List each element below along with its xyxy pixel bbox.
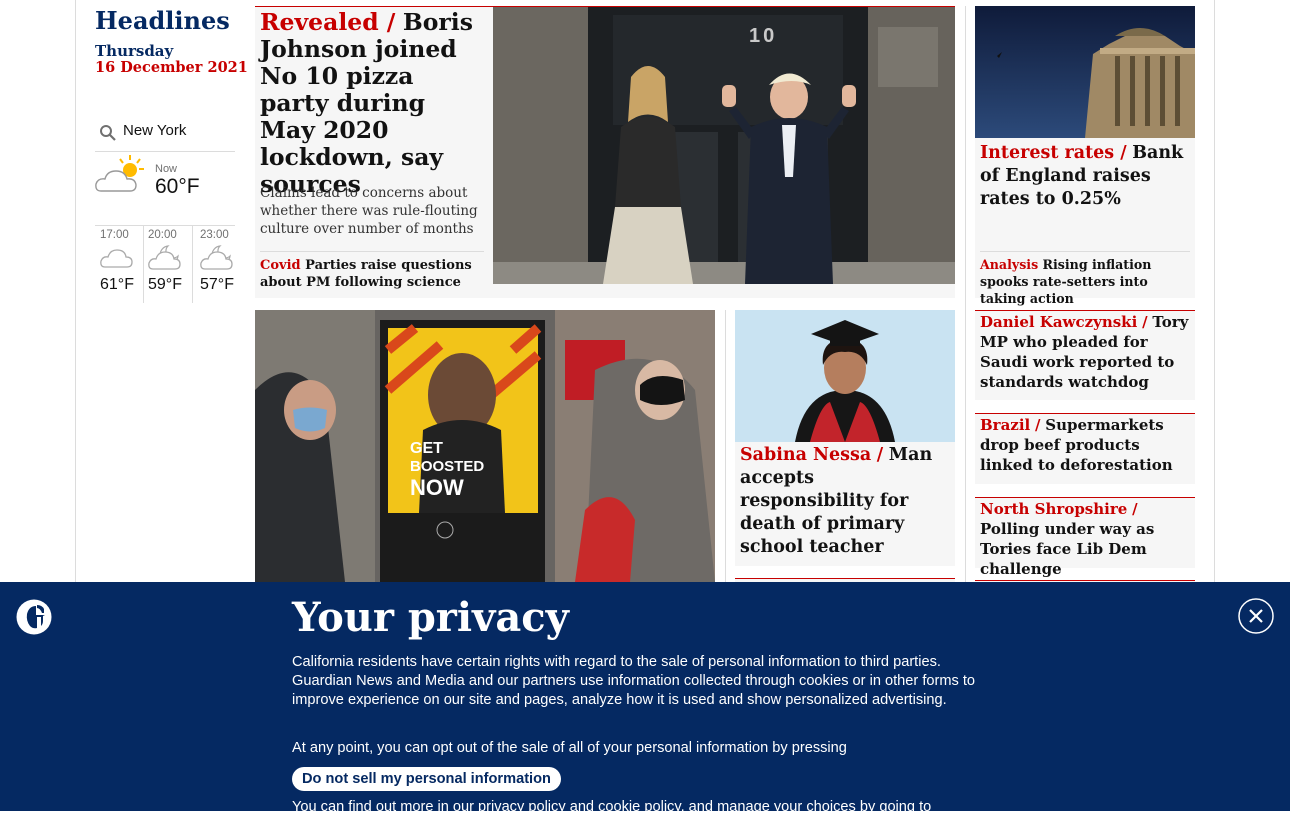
weather-now-label: Now — [155, 163, 178, 175]
poster-text: GET BOOSTED NOW — [410, 440, 515, 500]
cloudy-night-icon — [100, 243, 144, 275]
forecast-slot: 20:00 59°F — [148, 229, 192, 294]
weather-widget: New York Now 60°F 17:00 61°F 20:00 59°F … — [95, 115, 235, 305]
do-not-sell-button[interactable]: Do not sell my personal information — [292, 767, 561, 791]
lead-sublink[interactable]: Covid Parties raise questions about PM f… — [260, 257, 484, 291]
nessa-story-card[interactable]: Sabina Nessa / Man accepts responsibilit… — [735, 310, 955, 566]
rates-sublink[interactable]: Analysis Rising inflation spooks rate-se… — [980, 256, 1192, 307]
privacy-banner: Your privacy California residents have c… — [0, 582, 1290, 815]
section-title: Headlines — [95, 6, 230, 35]
door-number: 10 — [749, 25, 778, 47]
nessa-separator: / — [876, 445, 884, 465]
covid-booster-photo[interactable]: GET BOOSTED NOW — [255, 310, 715, 582]
privacy-paragraph-2: At any point, you can opt out of the sal… — [292, 740, 847, 756]
location-divider — [95, 151, 235, 152]
lead-sublink-kicker: Covid — [260, 258, 301, 273]
weather-location-input[interactable]: New York — [123, 122, 186, 139]
guardian-logo-icon — [16, 599, 52, 635]
lead-headline[interactable]: Revealed / Boris Johnson joined No 10 pi… — [260, 9, 480, 198]
search-icon[interactable] — [99, 124, 117, 142]
rates-sublink-divider — [980, 251, 1190, 252]
downing-street-photo[interactable]: 10 — [493, 7, 955, 284]
right-list-separator: / — [1132, 500, 1138, 518]
lead-story-card[interactable]: Revealed / Boris Johnson joined No 10 pi… — [255, 6, 955, 298]
forecast-time: 17:00 — [100, 229, 129, 241]
right-list-item[interactable]: North Shropshire / Polling under way as … — [975, 497, 1195, 578]
forecast-time: 23:00 — [200, 229, 229, 241]
lead-headline-text: Boris Johnson joined No 10 pizza party d… — [260, 8, 473, 198]
forecast-divider — [95, 225, 235, 226]
forecast-temp: 59°F — [148, 276, 182, 293]
forecast-temp: 61°F — [100, 276, 134, 293]
forecast-slot: 17:00 61°F — [100, 229, 144, 294]
date-day: Thursday — [95, 42, 174, 60]
date-full: 16 December 2021 — [95, 59, 248, 76]
right-list-headline[interactable]: Brazil / Supermarkets drop beef products… — [980, 415, 1192, 475]
privacy-paragraph-1: California residents have certain rights… — [292, 654, 976, 708]
cloudy-night-icon — [148, 243, 192, 275]
nessa-headline[interactable]: Sabina Nessa / Man accepts responsibilit… — [740, 444, 950, 559]
rates-sublink-kicker: Analysis — [980, 257, 1039, 272]
bank-of-england-photo — [975, 6, 1195, 138]
right-list-headline[interactable]: North Shropshire / Polling under way as … — [980, 499, 1192, 579]
right-list-kicker: Brazil — [980, 416, 1031, 434]
rates-story-card[interactable]: Interest rates / Bank of England raises … — [975, 6, 1195, 306]
poster-line-1: GET — [410, 440, 443, 457]
right-list-item[interactable]: Daniel Kawczynski / Tory MP who pleaded … — [975, 310, 1195, 400]
forecast-time: 20:00 — [148, 229, 177, 241]
partly-sunny-icon — [95, 153, 147, 197]
poster-line-3: NOW — [410, 475, 464, 500]
lead-standfirst: Claims lead to concerns about whether th… — [260, 185, 478, 237]
cloudy-night-icon — [200, 243, 244, 275]
lead-sublink-divider — [260, 251, 484, 252]
forecast-slot: 23:00 57°F — [200, 229, 244, 294]
right-list-headline[interactable]: Daniel Kawczynski / Tory MP who pleaded … — [980, 312, 1192, 392]
forecast-temp: 57°F — [200, 276, 234, 293]
forecast-sep-2 — [192, 225, 193, 303]
close-icon[interactable] — [1238, 598, 1274, 634]
nessa-kicker: Sabina Nessa — [740, 445, 872, 465]
rates-headline[interactable]: Interest rates / Bank of England raises … — [980, 142, 1190, 211]
right-list-separator: / — [1035, 416, 1041, 434]
lead-kicker: Revealed / — [260, 8, 396, 36]
privacy-title: Your privacy — [292, 594, 569, 641]
privacy-paragraph-3: You can find out more in our privacy pol… — [292, 799, 932, 815]
right-list-item[interactable]: Brazil / Supermarkets drop beef products… — [975, 413, 1195, 484]
graduation-photo — [735, 310, 955, 442]
right-list-kicker: Daniel Kawczynski — [980, 313, 1138, 331]
right-list-kicker: North Shropshire — [980, 500, 1128, 518]
right-list-separator: / — [1142, 313, 1148, 331]
poster-line-2: BOOSTED — [410, 458, 485, 475]
right-list-headline-text: Polling under way as Tories face Lib Dem… — [980, 520, 1155, 578]
weather-now-temp: 60°F — [155, 175, 200, 198]
rates-kicker: Interest rates / — [980, 143, 1127, 163]
